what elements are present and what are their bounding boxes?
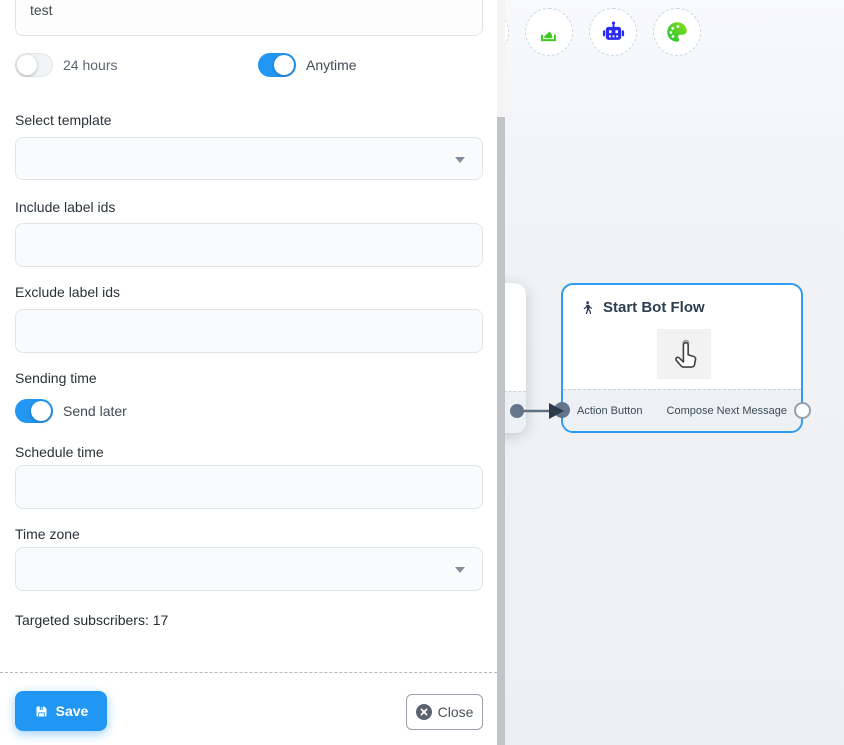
save-icon [34, 704, 49, 719]
bot-flow-builder: 24 hours Anytime Select template Include… [0, 0, 844, 745]
toggle-knob [17, 55, 37, 75]
24-hours-toggle-row: 24 hours [15, 53, 117, 77]
schedule-time-input[interactable] [15, 465, 483, 509]
campaign-name-input[interactable] [15, 0, 483, 36]
send-later-toggle-row: Send later [15, 399, 127, 423]
palette-icon [664, 19, 690, 45]
input-port[interactable] [554, 402, 570, 418]
hidden-node-footer [505, 391, 526, 433]
node-footer: Action Button Compose Next Message [563, 389, 801, 431]
save-button[interactable]: Save [15, 691, 107, 731]
toolbar-button-stack[interactable] [525, 8, 573, 56]
targeted-subscribers-label: Targeted subscribers: [15, 612, 149, 628]
time-zone-dropdown[interactable] [15, 547, 483, 591]
close-circle-icon [416, 704, 432, 720]
select-template-label: Select template [15, 112, 112, 128]
send-later-toggle[interactable] [15, 399, 53, 423]
select-template-dropdown[interactable] [15, 137, 483, 180]
stack-icon [536, 19, 562, 45]
24-hours-toggle[interactable] [15, 53, 53, 77]
send-later-label: Send later [63, 403, 127, 419]
24-hours-label: 24 hours [63, 57, 117, 73]
broadcast-settings-panel: 24 hours Anytime Select template Include… [0, 0, 497, 745]
close-button-label: Close [438, 704, 474, 720]
output-port[interactable] [794, 402, 811, 419]
node-header: Start Bot Flow [563, 285, 801, 316]
targeted-subscribers-count: 17 [153, 612, 169, 628]
flow-canvas[interactable]: Start Bot Flow Action Button Compose Nex… [505, 0, 844, 745]
toolbar-button-bot[interactable] [589, 8, 637, 56]
panel-scrollbar[interactable] [497, 0, 505, 745]
include-label-ids-input[interactable] [15, 223, 483, 267]
action-button-port-label: Action Button [577, 405, 642, 417]
include-label-ids-label: Include label ids [15, 199, 115, 215]
save-button-label: Save [56, 703, 89, 719]
tap-image-placeholder[interactable] [657, 329, 711, 379]
toggle-knob [31, 401, 51, 421]
sending-time-label: Sending time [15, 370, 97, 386]
walking-person-icon [579, 300, 595, 316]
anytime-toggle[interactable] [258, 53, 296, 77]
anytime-toggle-row: Anytime [258, 53, 357, 77]
targeted-subscribers: Targeted subscribers: 17 [15, 612, 168, 628]
node-title: Start Bot Flow [603, 299, 705, 316]
tap-hand-icon [665, 335, 703, 373]
toggle-knob [274, 55, 294, 75]
exclude-label-ids-label: Exclude label ids [15, 284, 120, 300]
robot-icon [600, 19, 627, 46]
schedule-time-label: Schedule time [15, 444, 104, 460]
exclude-label-ids-input[interactable] [15, 309, 483, 353]
time-zone-label: Time zone [15, 526, 80, 542]
scrollbar-thumb[interactable] [497, 117, 505, 745]
toolbar-button-partial[interactable] [505, 8, 509, 56]
hidden-node-partial[interactable] [505, 283, 526, 433]
toolbar-button-theme[interactable] [653, 8, 701, 56]
close-button[interactable]: Close [406, 694, 483, 730]
compose-next-message-port-label: Compose Next Message [667, 405, 787, 417]
footer-divider [0, 672, 497, 673]
start-bot-flow-node[interactable]: Start Bot Flow Action Button Compose Nex… [561, 283, 803, 433]
anytime-label: Anytime [306, 57, 357, 73]
